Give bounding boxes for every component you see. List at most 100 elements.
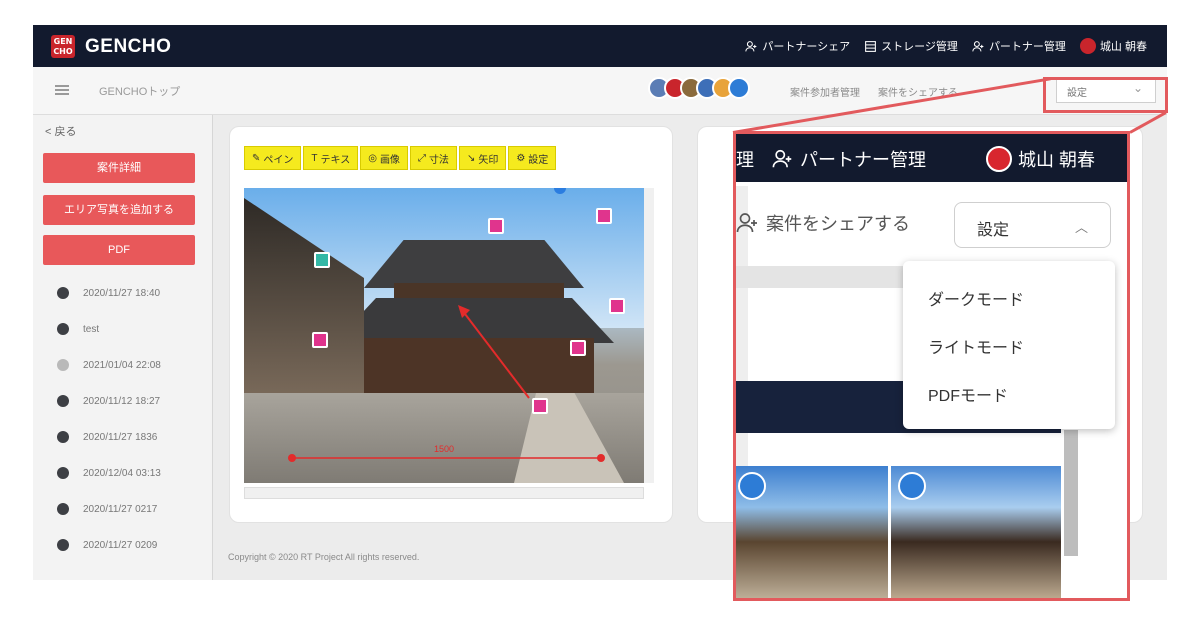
arrow-head-icon xyxy=(458,305,470,318)
annotation-layer xyxy=(288,188,605,462)
text-icon: T xyxy=(311,152,318,164)
list-item-label: 2020/11/27 1836 xyxy=(83,431,158,443)
participant-avatars[interactable] xyxy=(648,77,750,99)
list-item[interactable]: 2020/11/27 0217 xyxy=(57,503,157,515)
dimension-tool-button[interactable]: ⤢ 寸法 xyxy=(409,146,457,170)
menu-item-dark-mode[interactable]: ダークモード xyxy=(928,286,1024,310)
arrow-tool-button[interactable]: ↘ 矢印 xyxy=(458,146,507,170)
hamburger-menu-icon[interactable] xyxy=(55,85,69,95)
zoom-share-project-link[interactable]: 案件をシェアする xyxy=(736,210,910,236)
camera-icon: ◎ xyxy=(368,152,377,164)
list-item[interactable]: 2020/11/27 1836 xyxy=(57,431,157,443)
nav-partner-manage[interactable]: パートナー管理 xyxy=(972,38,1066,54)
arrow-annotation[interactable] xyxy=(461,309,530,399)
editor-toolbar: ✎ ペイン T テキス ◎ 画像 ⤢ 寸法 ↘ 矢印 ⚙ 設定 xyxy=(244,146,557,170)
project-detail-button[interactable]: 案件詳細 xyxy=(43,153,195,183)
dimension-tool-label: 寸法 xyxy=(428,154,449,166)
text-tool-button[interactable]: T テキス xyxy=(303,146,359,170)
zoom-share-label: 案件をシェアする xyxy=(766,214,910,234)
list-item[interactable]: 2020/11/27 18:40 xyxy=(57,287,160,299)
list-item-label: test xyxy=(83,323,100,335)
zoom-top-navigation: 理 パートナー管理 城山 朝春 xyxy=(736,134,1127,182)
person-add-icon xyxy=(972,40,984,51)
nav-partner-share-label: パートナーシェア xyxy=(762,41,851,53)
photo-thumbnail xyxy=(57,359,69,371)
nav-user-name: 城山 朝春 xyxy=(1099,41,1147,53)
horizontal-scrollbar[interactable] xyxy=(244,487,644,499)
dimension-endpoint[interactable] xyxy=(597,454,605,462)
avatar xyxy=(728,77,750,99)
list-item-label: 2020/11/12 18:27 xyxy=(83,395,161,407)
avatar xyxy=(1079,38,1096,54)
list-item-label: 2020/11/27 18:40 xyxy=(83,287,161,299)
photo-editor-panel: ✎ ペイン T テキス ◎ 画像 ⤢ 寸法 ↘ 矢印 ⚙ 設定 1500 xyxy=(229,126,673,523)
arrow-tool-label: 矢印 xyxy=(478,154,499,166)
gear-icon: ⚙ xyxy=(516,152,526,164)
zoom-callout: 理 パートナー管理 城山 朝春 案件をシェアする 設定 ︿ ダークモード ライト… xyxy=(733,131,1130,601)
zoom-nav-partner-manage[interactable]: 理 パートナー管理 xyxy=(736,146,926,172)
list-item-label: 2020/12/04 03:13 xyxy=(83,467,161,479)
top-navigation: GEN CHO GENCHO パートナーシェア ストレージ管理 パートナー管理 xyxy=(33,25,1167,67)
zoom-settings-select[interactable]: 設定 ︿ xyxy=(954,202,1111,248)
image-tool-label: 画像 xyxy=(379,154,400,166)
zoom-scrollbar[interactable] xyxy=(1064,430,1078,556)
add-area-photo-button[interactable]: エリア写真を追加する xyxy=(43,195,195,225)
zoom-nav-user-name: 城山 朝春 xyxy=(1018,150,1096,170)
list-item[interactable]: 2020/11/12 18:27 xyxy=(57,395,160,407)
photo-thumbnail xyxy=(57,431,69,443)
temple-photo-canvas[interactable]: 1500 xyxy=(244,188,644,483)
pdf-button[interactable]: PDF xyxy=(43,235,195,265)
pencil-icon: ✎ xyxy=(252,152,261,164)
paint-tool-button[interactable]: ✎ ペイン xyxy=(244,146,302,170)
sidebar: < 戻る 案件詳細 エリア写真を追加する PDF 2020/11/27 18:4… xyxy=(33,115,213,580)
storage-icon xyxy=(865,40,877,52)
person-add-icon xyxy=(745,40,757,51)
person-add-icon xyxy=(736,213,757,233)
text-tool-label: テキス xyxy=(320,154,351,166)
top-nav-links: パートナーシェア ストレージ管理 パートナー管理 城山 朝春 xyxy=(745,38,1147,54)
arrow-icon: ↘ xyxy=(466,152,476,164)
nav-partner-manage-label: パートナー管理 xyxy=(988,41,1066,53)
settings-tool-button[interactable]: ⚙ 設定 xyxy=(508,146,557,170)
app-title[interactable]: GENCHO xyxy=(85,36,171,58)
settings-dropdown-menu: ダークモード ライトモード PDFモード xyxy=(903,261,1115,429)
nav-user-menu[interactable]: 城山 朝春 xyxy=(1079,38,1147,54)
dimension-label: 1500 xyxy=(434,444,455,454)
list-item[interactable]: test xyxy=(57,323,99,335)
breadcrumb[interactable]: GENCHOトップ xyxy=(99,83,180,99)
settings-highlight-box xyxy=(1043,77,1168,113)
dimension-endpoint[interactable] xyxy=(288,454,296,462)
photo-thumbnail xyxy=(57,323,69,335)
rotate-handle-icon[interactable] xyxy=(554,188,566,194)
list-item-label: 2020/11/27 0217 xyxy=(83,503,158,515)
user-badge-icon xyxy=(738,472,766,500)
nav-storage[interactable]: ストレージ管理 xyxy=(864,38,958,54)
photo-thumbnail xyxy=(57,395,69,407)
logo-icon: GEN CHO xyxy=(51,35,75,58)
copyright-text: Copyright © 2020 RT Project All rights r… xyxy=(228,552,420,562)
participants-manage-link[interactable]: 案件参加者管理 xyxy=(790,84,860,99)
menu-item-light-mode[interactable]: ライトモード xyxy=(928,334,1024,358)
image-tool-button[interactable]: ◎ 画像 xyxy=(360,146,408,170)
zoom-settings-value: 設定 xyxy=(977,222,1010,239)
list-item[interactable]: 2020/11/27 0209 xyxy=(57,539,157,551)
zoom-nav-user[interactable]: 城山 朝春 xyxy=(986,146,1095,172)
person-add-icon xyxy=(772,149,792,168)
list-item[interactable]: 2021/01/04 22:08 xyxy=(57,359,161,371)
list-item-label: 2020/11/27 0209 xyxy=(83,539,158,551)
photo-thumbnail xyxy=(57,539,69,551)
zoom-nav-partner-label: パートナー管理 xyxy=(800,150,926,170)
user-badge-icon xyxy=(898,472,926,500)
photo-thumbnail xyxy=(57,467,69,479)
zoom-nav-partner-prefix: 理 xyxy=(736,150,754,170)
list-item-label: 2021/01/04 22:08 xyxy=(83,359,161,371)
list-item[interactable]: 2020/12/04 03:13 xyxy=(57,467,161,479)
nav-storage-label: ストレージ管理 xyxy=(881,41,958,53)
photo-thumbnail xyxy=(57,503,69,515)
settings-tool-label: 設定 xyxy=(528,154,549,166)
screenshot-stage: GEN CHO GENCHO パートナーシェア ストレージ管理 パートナー管理 xyxy=(0,0,1200,628)
nav-partner-share[interactable]: パートナーシェア xyxy=(745,38,850,54)
menu-item-pdf-mode[interactable]: PDFモード xyxy=(928,382,1008,406)
vertical-scrollbar[interactable] xyxy=(644,188,654,483)
back-link[interactable]: < 戻る xyxy=(45,123,76,139)
